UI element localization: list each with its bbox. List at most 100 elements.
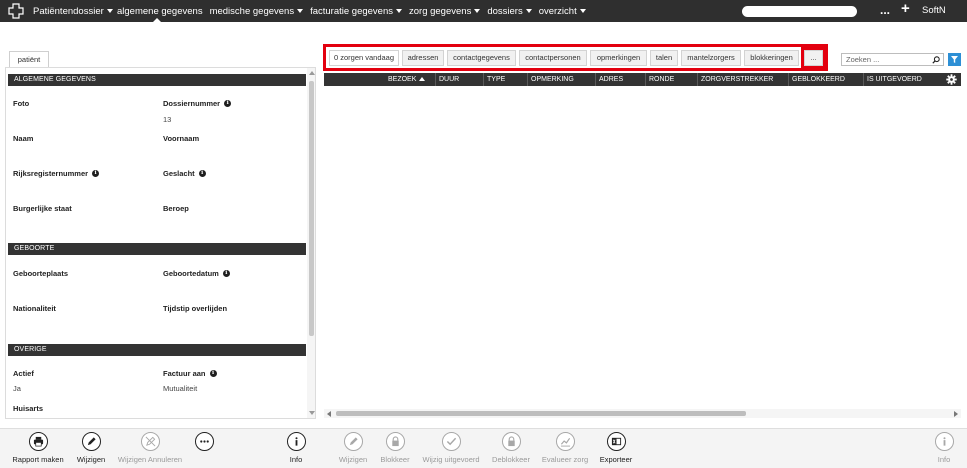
filter-icon <box>951 56 958 63</box>
tab-more[interactable]: ... <box>804 50 823 66</box>
main-nav: algemene gegevens medische gegevens fact… <box>117 0 593 22</box>
search-input[interactable]: Zoeken ... <box>841 53 944 66</box>
label-dossiernummer: Dossiernummer i <box>163 99 232 108</box>
deblokkeer-button[interactable]: Deblokkeer <box>491 432 531 467</box>
section-header-overige: OVERIGE <box>8 344 306 356</box>
nav-medische-gegevens[interactable]: medische gegevens <box>210 0 304 22</box>
chevron-down-icon <box>579 9 586 13</box>
column-header-duur[interactable]: DUUR <box>435 73 483 86</box>
wijzigen-button[interactable]: Wijzigen <box>74 432 108 467</box>
tab-zorgen-vandaag[interactable]: 0 zorgen vandaag <box>329 50 399 66</box>
search-icon <box>932 56 940 64</box>
value-actief: Ja <box>13 384 21 393</box>
evalueer-zorg-button[interactable]: Evalueer zorg <box>542 432 588 467</box>
sort-ascending-icon <box>419 77 426 82</box>
unlock-icon <box>501 432 521 451</box>
pencil-icon <box>343 432 363 451</box>
info-icon[interactable]: i <box>224 100 232 107</box>
user-menu[interactable]: SoftN <box>922 5 946 16</box>
scroll-right-arrow-icon[interactable] <box>954 411 958 417</box>
label-foto: Foto <box>13 99 30 108</box>
label-burgerlijke-staat: Burgerlijke staat <box>13 204 72 213</box>
column-header-opmerking[interactable]: OPMERKING <box>527 73 595 86</box>
label-naam: Naam <box>13 134 34 143</box>
print-icon <box>28 432 48 451</box>
left-panel-scrollbar[interactable] <box>307 68 315 418</box>
blokkeer-button[interactable]: Blokkeer <box>380 432 410 467</box>
app-logo-icon <box>8 3 24 19</box>
column-header-geblokkeerd[interactable]: GEBLOKKEERD <box>788 73 863 86</box>
tab-blokkeringen[interactable]: blokkeringen <box>744 50 799 66</box>
info-button[interactable]: Info <box>285 432 307 467</box>
tab-contactgegevens[interactable]: contactgegevens <box>447 50 516 66</box>
excel-icon <box>606 432 626 451</box>
label-nationaliteit: Nationaliteit <box>13 304 56 313</box>
grid-horizontal-scrollbar[interactable] <box>324 409 961 418</box>
rapport-maken-button[interactable]: Rapport maken <box>12 432 64 467</box>
info-icon[interactable]: i <box>209 370 217 377</box>
column-header-is-uitgevoerd[interactable]: IS UITGEVOERD <box>863 73 942 86</box>
label-geboortedatum: Geboortedatum i <box>163 269 230 278</box>
patient-details-panel: ALGEMENE GEGEVENS Foto Dossiernummer i 13… <box>5 67 316 419</box>
info-icon[interactable]: i <box>92 170 100 177</box>
filter-button[interactable] <box>948 53 961 66</box>
more-menu-button[interactable]: ... <box>880 3 890 17</box>
label-tijdstip-overlijden: Tijdstip overlijden <box>163 304 228 313</box>
gear-icon[interactable] <box>946 74 957 85</box>
tab-adressen[interactable]: adressen <box>402 50 444 66</box>
chevron-down-icon <box>474 9 481 13</box>
section-header-geboorte: GEBOORTE <box>8 243 306 255</box>
tab-patient[interactable]: patiënt <box>9 51 49 67</box>
column-header-adres[interactable]: ADRES <box>595 73 645 86</box>
grid-header: BEZOEK DUUR TYPE OPMERKING ADRES RONDE Z… <box>324 73 961 86</box>
info-icon[interactable]: i <box>198 170 206 177</box>
tab-talen[interactable]: talen <box>650 50 678 66</box>
value-dossiernummer: 13 <box>163 115 172 124</box>
info-right-button[interactable]: Info <box>933 432 955 467</box>
chevron-down-icon <box>525 9 532 13</box>
pencil-icon <box>81 432 101 451</box>
value-factuur-aan: Mutualiteit <box>163 384 198 393</box>
chart-icon <box>555 432 575 451</box>
scroll-left-arrow-icon[interactable] <box>327 411 331 417</box>
wijzigen-annuleren-button[interactable]: Wijzigen Annuleren <box>117 432 183 467</box>
column-header-ronde[interactable]: RONDE <box>645 73 697 86</box>
more-actions-button[interactable] <box>194 432 214 467</box>
column-header-type[interactable]: TYPE <box>483 73 527 86</box>
label-beroep: Beroep <box>163 204 189 213</box>
scroll-down-arrow-icon[interactable] <box>309 411 315 415</box>
nav-algemene-gegevens[interactable]: algemene gegevens <box>117 0 203 22</box>
tab-mantelzorgers[interactable]: mantelzorgers <box>681 50 741 66</box>
bottom-toolbar: Rapport maken Wijzigen Wijzigen Annulere… <box>0 428 967 468</box>
scroll-thumb[interactable] <box>336 411 746 416</box>
nav-dossiers[interactable]: dossiers <box>487 0 532 22</box>
chevron-down-icon <box>396 9 402 13</box>
label-voornaam: Voornaam <box>163 134 200 143</box>
nav-overzicht[interactable]: overzicht <box>539 0 586 22</box>
global-search-input[interactable] <box>742 6 857 17</box>
exporteer-button[interactable]: Exporteer <box>599 432 633 467</box>
label-factuur-aan: Factuur aan i <box>163 369 217 378</box>
lock-icon <box>385 432 405 451</box>
add-button[interactable]: + <box>901 0 910 17</box>
column-header-bezoek[interactable]: BEZOEK <box>385 73 435 86</box>
info-icon[interactable]: i <box>222 270 230 277</box>
info-icon <box>286 432 306 451</box>
label-geboorteplaats: Geboorteplaats <box>13 269 69 278</box>
cancel-edit-icon <box>140 432 160 451</box>
more-icon <box>194 432 214 451</box>
label-geslacht: Geslacht i <box>163 169 206 178</box>
nav-facturatie-gegevens[interactable]: facturatie gegevens <box>310 0 402 22</box>
app-title: Patiëntendossier <box>33 5 104 17</box>
scroll-up-arrow-icon[interactable] <box>309 71 315 75</box>
label-actief: Actief <box>13 369 34 378</box>
tab-opmerkingen[interactable]: opmerkingen <box>590 50 647 66</box>
tab-contactpersonen[interactable]: contactpersonen <box>519 50 587 66</box>
nav-zorg-gegevens[interactable]: zorg gegevens <box>409 0 481 22</box>
app-menu[interactable]: Patiëntendossier <box>0 0 114 22</box>
chevron-down-icon <box>297 9 304 13</box>
scroll-thumb[interactable] <box>309 81 314 336</box>
zorg-wijzigen-button[interactable]: Wijzigen <box>337 432 369 467</box>
column-header-zorgverstrekker[interactable]: ZORGVERSTREKKER <box>697 73 788 86</box>
wijzig-uitgevoerd-button[interactable]: Wijzig uitgevoerd <box>421 432 481 467</box>
